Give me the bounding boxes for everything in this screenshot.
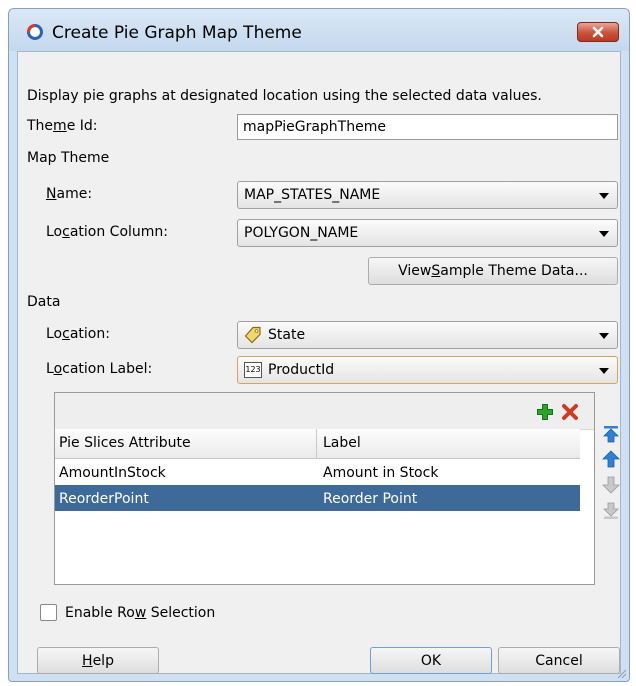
location-label-dropdown[interactable]: 123 ProductId bbox=[237, 356, 618, 384]
dialog-window: Create Pie Graph Map Theme Display pie g… bbox=[8, 8, 630, 682]
table-header: Pie Slices Attribute Label bbox=[55, 429, 580, 459]
dialog-title: Create Pie Graph Map Theme bbox=[52, 23, 302, 43]
location-column-label: Location Column: bbox=[46, 224, 169, 240]
table-row[interactable]: AmountInStock Amount in Stock bbox=[55, 459, 580, 485]
oracle-app-icon bbox=[27, 24, 43, 40]
title-bar[interactable]: Create Pie Graph Map Theme bbox=[9, 9, 629, 51]
theme-id-label: Theme Id: bbox=[27, 118, 98, 134]
chevron-down-icon bbox=[599, 368, 609, 374]
chevron-down-icon bbox=[599, 333, 609, 339]
column-header-attribute[interactable]: Pie Slices Attribute bbox=[59, 435, 191, 451]
move-top-icon[interactable] bbox=[602, 425, 620, 443]
chevron-down-icon bbox=[599, 231, 609, 237]
close-button[interactable] bbox=[577, 22, 619, 42]
close-icon bbox=[592, 26, 604, 38]
enable-row-selection-checkbox[interactable] bbox=[40, 604, 57, 621]
delete-icon[interactable] bbox=[561, 403, 579, 421]
data-section-label: Data bbox=[27, 294, 61, 310]
column-divider bbox=[316, 429, 317, 458]
theme-id-input[interactable]: mapPieGraphTheme bbox=[237, 114, 618, 140]
chevron-down-icon bbox=[599, 193, 609, 199]
table-toolbar bbox=[55, 393, 594, 430]
add-icon[interactable] bbox=[536, 403, 554, 421]
row-label-cell: Reorder Point bbox=[323, 491, 418, 507]
tag-icon bbox=[244, 326, 261, 344]
pie-slices-table: Pie Slices Attribute Label AmountInStock… bbox=[54, 392, 595, 585]
name-dropdown[interactable]: MAP_STATES_NAME bbox=[237, 181, 618, 209]
row-attribute-cell: AmountInStock bbox=[59, 465, 166, 481]
name-label: Name: bbox=[46, 186, 93, 202]
view-sample-theme-data-button[interactable]: View Sample Theme Data... bbox=[368, 257, 618, 285]
table-row-selected[interactable]: ReorderPoint Reorder Point bbox=[55, 485, 580, 511]
location-column-dropdown[interactable]: POLYGON_NAME bbox=[237, 219, 618, 247]
row-attribute-cell: ReorderPoint bbox=[59, 491, 149, 507]
column-header-label[interactable]: Label bbox=[323, 435, 361, 451]
location-label-label: Location Label: bbox=[46, 361, 153, 377]
help-button[interactable]: Help bbox=[37, 647, 159, 674]
move-up-icon[interactable] bbox=[602, 450, 620, 468]
map-theme-section-label: Map Theme bbox=[27, 150, 110, 166]
resize-grip-icon[interactable] bbox=[615, 667, 627, 679]
dialog-content: Display pie graphs at designated locatio… bbox=[17, 51, 621, 674]
enable-row-selection-label[interactable]: Enable Row Selection bbox=[65, 605, 215, 621]
cancel-button[interactable]: Cancel bbox=[498, 647, 620, 674]
row-label-cell: Amount in Stock bbox=[323, 465, 439, 481]
move-down-icon[interactable] bbox=[602, 476, 620, 494]
location-label: Location: bbox=[46, 326, 110, 342]
number-type-icon: 123 bbox=[244, 362, 262, 378]
ok-button[interactable]: OK bbox=[370, 647, 492, 674]
location-dropdown[interactable]: State bbox=[237, 321, 618, 349]
description-text: Display pie graphs at designated locatio… bbox=[27, 88, 542, 104]
move-bottom-icon[interactable] bbox=[602, 502, 620, 520]
